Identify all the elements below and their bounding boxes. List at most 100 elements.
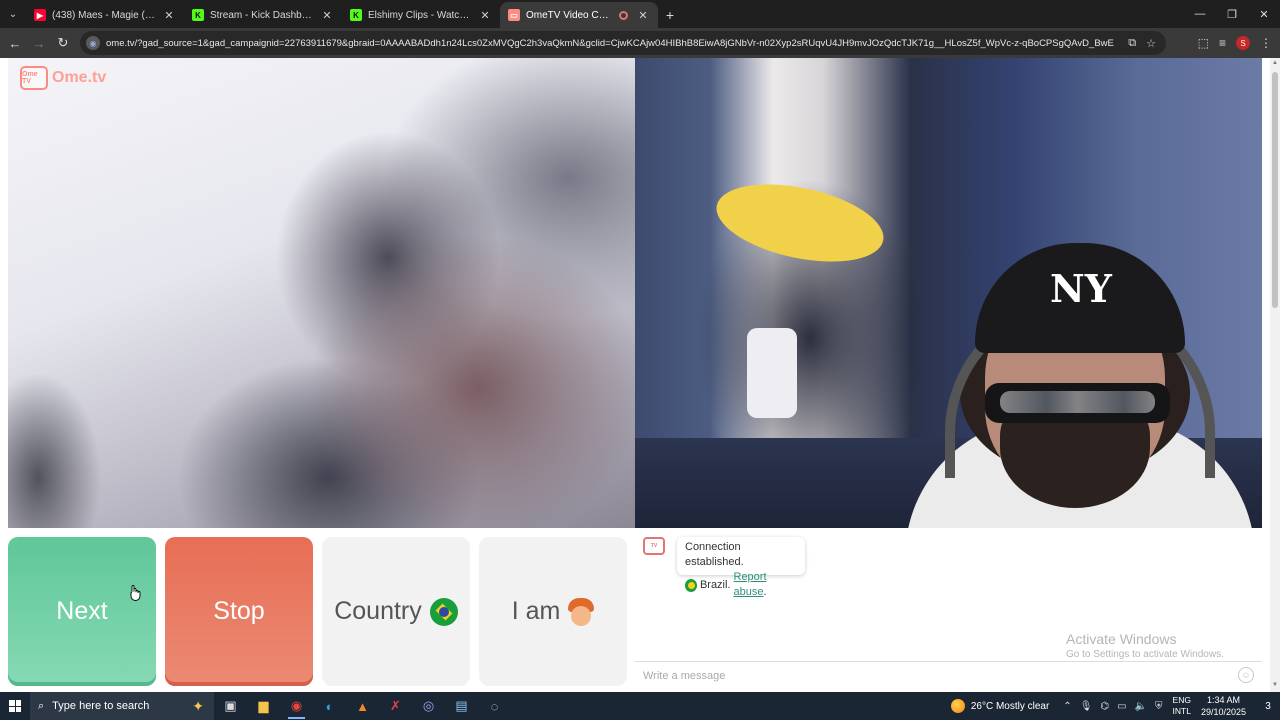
brazil-flag-icon xyxy=(429,597,458,626)
browser-tab-4[interactable]: ▭ OmeTV Video Chat — Ome ✕ xyxy=(500,2,658,28)
stranger-video: Ome TV Ome.tv xyxy=(8,58,635,528)
network-icon[interactable]: ⌬ xyxy=(1100,701,1109,712)
weather-text: 26°C Mostly clear xyxy=(970,700,1050,712)
close-window-icon[interactable]: ✕ xyxy=(1248,0,1280,28)
cap-logo: NY xyxy=(1050,266,1112,311)
cast-icon[interactable]: ⧉ xyxy=(1128,37,1136,50)
tab-search-icon[interactable]: ⌄ xyxy=(0,0,26,28)
ometv-page: Ome TV Ome.tv NY Next Stop Country I am xyxy=(0,58,1270,692)
scroll-thumb[interactable] xyxy=(1272,72,1278,308)
ometv-icon: ▭ xyxy=(508,9,520,21)
restore-icon[interactable]: ❐ xyxy=(1216,0,1248,28)
edge-icon[interactable]: ◐ xyxy=(313,692,346,720)
plastic-bag xyxy=(747,328,797,418)
report-suffix: . xyxy=(763,586,767,598)
search-icon: ⌕ xyxy=(38,699,45,712)
extensions-icon[interactable]: ⬚ xyxy=(1198,36,1209,50)
scroll-up-icon[interactable]: ▲ xyxy=(1271,60,1279,68)
media-controls-icon[interactable]: ≡ xyxy=(1219,36,1226,50)
language-indicator[interactable]: ENG INTL xyxy=(1173,695,1191,717)
browser-tab-1[interactable]: ▶ (438) Maes - Magie (Slowed - ✕ xyxy=(26,2,184,28)
clock[interactable]: 1:34 AM 29/10/2025 xyxy=(1201,694,1246,718)
search-placeholder: Type here to search xyxy=(52,700,150,712)
message-input[interactable]: Write a message ☺ xyxy=(635,661,1262,689)
task-view-icon[interactable]: ▣ xyxy=(214,692,247,720)
scroll-down-icon[interactable]: ▼ xyxy=(1271,682,1279,690)
menu-icon[interactable]: ⋮ xyxy=(1260,36,1272,50)
recording-icon xyxy=(619,10,628,20)
activate-windows-watermark: Activate Windows Go to Settings to activ… xyxy=(1066,631,1224,660)
bookmark-star-icon[interactable]: ☆ xyxy=(1146,37,1156,50)
notification-center-icon[interactable]: 3 xyxy=(1256,692,1280,720)
show-hidden-icons-icon[interactable]: ⌃ xyxy=(1063,701,1071,712)
browser-tab-3[interactable]: K Elshimy Clips - Watch Live on K ✕ xyxy=(342,2,500,28)
tab-title: Elshimy Clips - Watch Live on K xyxy=(368,9,472,21)
forward-icon[interactable]: → xyxy=(27,31,51,55)
browser-tab-bar: ⌄ ▶ (438) Maes - Magie (Slowed - ✕ K Str… xyxy=(0,0,1280,28)
display-icon[interactable]: ▭ xyxy=(1117,701,1126,712)
windows-taskbar: ⌕ Type here to search ✦ ▣ ▆ ◉ ◐ ▲ ✗ ◎ ▤ … xyxy=(0,692,1280,720)
search-highlight-icon: ✦ xyxy=(192,697,204,714)
connection-status: Connection established. xyxy=(685,541,744,568)
clock-date: 29/10/2025 xyxy=(1200,707,1246,717)
mouse-cursor-icon xyxy=(130,585,141,601)
kick-app-icon[interactable]: ✗ xyxy=(379,692,412,720)
brazil-flag-icon xyxy=(685,578,697,592)
clock-time: 1:34 AM xyxy=(1206,695,1240,705)
microphone-icon[interactable]: 🎙 xyxy=(1080,701,1093,712)
stop-label: Stop xyxy=(213,597,265,625)
next-label: Next xyxy=(56,597,108,625)
close-icon[interactable]: ✕ xyxy=(162,9,176,22)
page-scrollbar[interactable]: ▲ ▼ xyxy=(1270,58,1280,692)
security-icon[interactable]: ⛨ xyxy=(1155,701,1163,712)
country-button[interactable]: Country xyxy=(322,537,470,686)
site-info-icon[interactable]: ◉ xyxy=(86,36,100,50)
next-button[interactable]: Next xyxy=(8,537,156,686)
remote-desktop-icon[interactable]: ▤ xyxy=(445,692,478,720)
close-icon[interactable]: ✕ xyxy=(636,9,650,22)
minimize-icon[interactable]: — xyxy=(1184,0,1216,28)
gender-label: I am xyxy=(511,597,561,625)
window-controls: — ❐ ✕ xyxy=(1184,0,1280,28)
file-explorer-icon[interactable]: ▆ xyxy=(247,692,280,720)
glasses xyxy=(985,383,1170,423)
boy-avatar-icon xyxy=(568,597,595,626)
reload-icon[interactable]: ↻ xyxy=(51,31,75,55)
vlc-icon[interactable]: ▲ xyxy=(346,692,379,720)
stop-button[interactable]: Stop xyxy=(165,537,313,686)
system-tray: 26°C Mostly clear ⌃ 🎙 ⌬ ▭ 🔈 ⛨ ENG INTL 1… xyxy=(950,692,1280,720)
back-icon[interactable]: ← xyxy=(3,31,27,55)
notification-count: 3 xyxy=(1265,700,1271,712)
system-message: Connection established. Brazil. Report a… xyxy=(677,537,805,598)
weather-moon-icon xyxy=(950,699,965,713)
kick-icon: K xyxy=(192,9,204,21)
country-label: Country xyxy=(334,597,422,625)
windows-logo-icon xyxy=(9,700,21,712)
chrome-icon[interactable]: ◉ xyxy=(280,692,313,720)
webcam-person: NY xyxy=(905,188,1255,528)
watermark-subtitle: Go to Settings to activate Windows. xyxy=(1066,649,1224,660)
profile-avatar[interactable]: S xyxy=(1236,36,1250,50)
volume-icon[interactable]: 🔈 xyxy=(1135,701,1147,712)
obs-icon[interactable]: ◌ xyxy=(478,692,511,720)
self-video: NY xyxy=(635,58,1262,528)
new-tab-button[interactable]: + xyxy=(658,2,682,28)
start-button[interactable] xyxy=(0,692,30,720)
discord-icon[interactable]: ◎ xyxy=(412,692,445,720)
emoji-icon[interactable]: ☺ xyxy=(1238,667,1254,683)
weather-widget[interactable]: 26°C Mostly clear xyxy=(950,699,1050,713)
ometv-chat-icon: TV xyxy=(643,537,665,555)
tab-title: (438) Maes - Magie (Slowed - xyxy=(52,9,156,21)
url-text[interactable]: ome.tv/?gad_source=1&gad_campaignid=2276… xyxy=(106,38,1128,49)
close-icon[interactable]: ✕ xyxy=(320,9,334,22)
gender-button[interactable]: I am xyxy=(479,537,627,686)
message-placeholder: Write a message xyxy=(643,669,726,682)
watermark-title: Activate Windows xyxy=(1066,631,1177,647)
taskbar-search[interactable]: ⌕ Type here to search ✦ xyxy=(30,692,214,720)
address-bar[interactable]: ◉ ome.tv/?gad_source=1&gad_campaignid=22… xyxy=(80,31,1166,55)
browser-tab-2[interactable]: K Stream - Kick Dashboard ✕ xyxy=(184,2,342,28)
report-abuse-link[interactable]: Report abuse xyxy=(734,571,767,598)
ometv-logo[interactable]: Ome TV Ome.tv xyxy=(20,66,106,90)
lang-code: ENG xyxy=(1172,695,1191,705)
close-icon[interactable]: ✕ xyxy=(478,9,492,22)
